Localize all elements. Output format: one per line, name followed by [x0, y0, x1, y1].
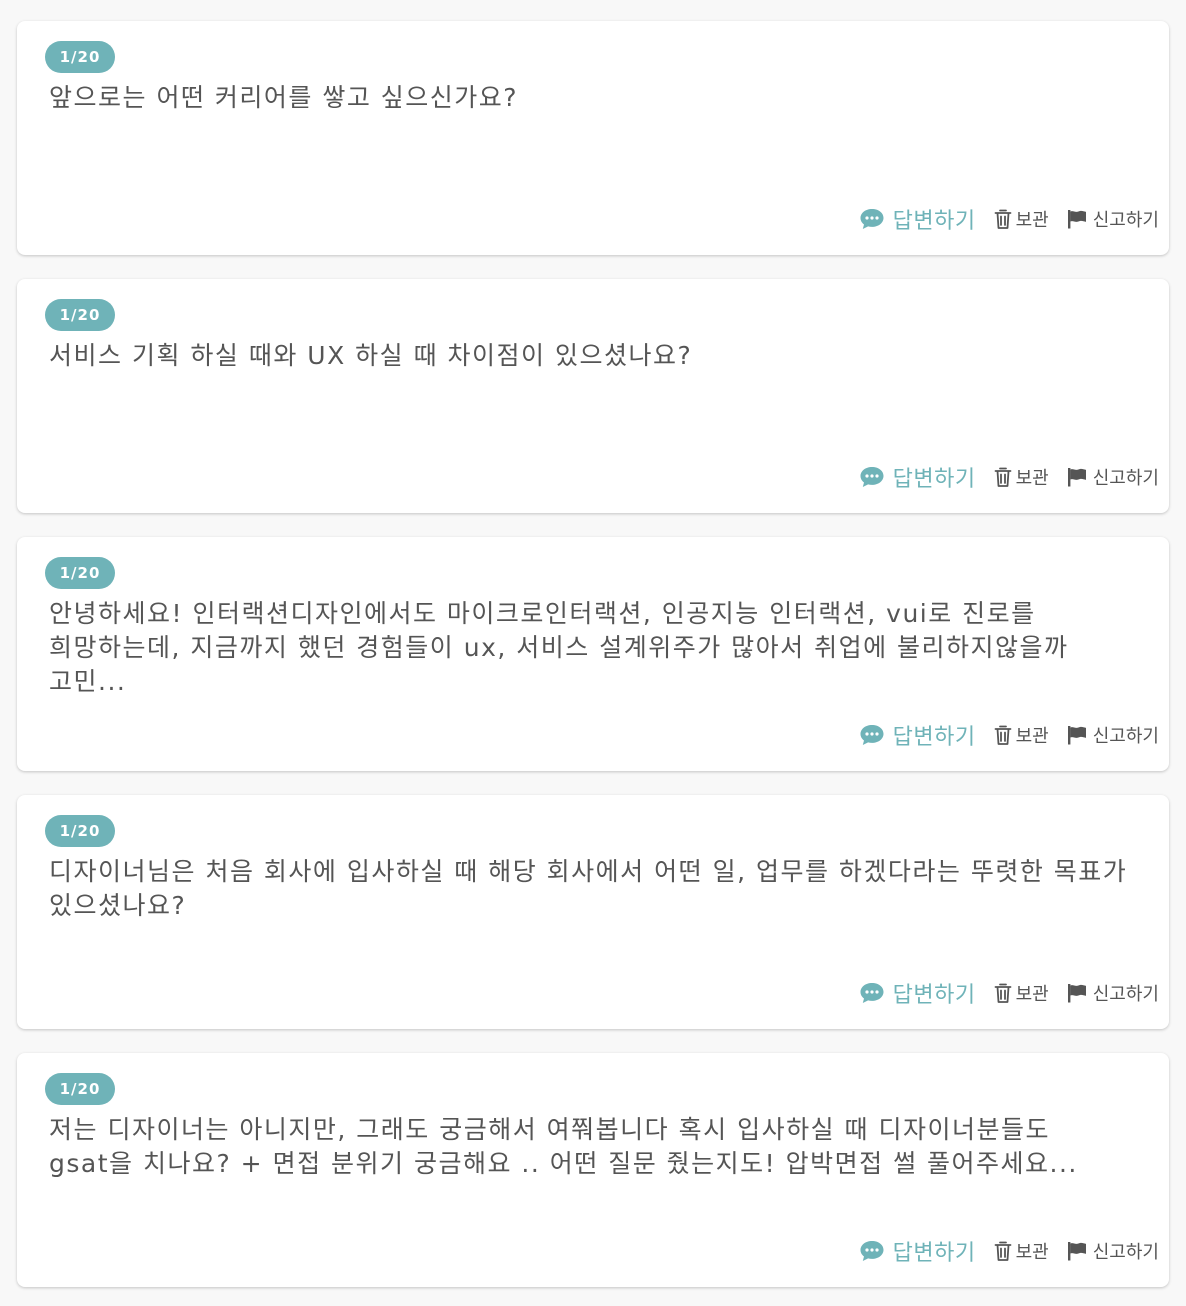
report-button[interactable]: 신고하기: [1067, 980, 1159, 1006]
report-label: 신고하기: [1092, 726, 1159, 747]
answer-label: 답변하기: [892, 725, 976, 750]
card-actions: 답변하기 보관 신고하기: [859, 203, 1159, 235]
answer-button[interactable]: 답변하기: [859, 203, 976, 235]
archive-button[interactable]: 보관: [994, 980, 1049, 1006]
question-badge: 1/20: [45, 1073, 115, 1105]
question-text: 저는 디자이너는 아니지만, 그래도 궁금해서 여쭤봅니다 혹시 입사하실 때 …: [49, 1115, 1078, 1178]
question-card: 1/20 서비스 기획 하실 때와 UX 하실 때 차이점이 있으셨나요? 답변…: [17, 279, 1169, 513]
trash-icon: [994, 208, 1012, 230]
question-badge: 1/20: [45, 299, 115, 331]
flag-icon: [1067, 467, 1087, 487]
report-button[interactable]: 신고하기: [1067, 206, 1159, 232]
flag-icon: [1067, 983, 1087, 1003]
archive-label: 보관: [1015, 984, 1049, 1005]
chat-bubble-icon: [859, 207, 885, 231]
flag-icon: [1067, 209, 1087, 229]
chat-bubble-icon: [859, 465, 885, 489]
report-button[interactable]: 신고하기: [1067, 722, 1159, 748]
report-label: 신고하기: [1092, 210, 1159, 231]
archive-label: 보관: [1015, 726, 1049, 747]
question-badge: 1/20: [45, 557, 115, 589]
question-list: 1/20 앞으로는 어떤 커리어를 쌓고 싶으신가요? 답변하기 보관 신고하기: [0, 0, 1186, 1306]
flag-icon: [1067, 725, 1087, 745]
report-label: 신고하기: [1092, 984, 1159, 1005]
report-label: 신고하기: [1092, 468, 1159, 489]
question-card: 1/20 디자이너님은 처음 회사에 입사하실 때 해당 회사에서 어떤 일, …: [17, 795, 1169, 1029]
report-button[interactable]: 신고하기: [1067, 1238, 1159, 1264]
archive-label: 보관: [1015, 468, 1049, 489]
question-text: 디자이너님은 처음 회사에 입사하실 때 해당 회사에서 어떤 일, 업무를 하…: [49, 857, 1128, 920]
chat-bubble-icon: [859, 1239, 885, 1263]
question-text: 서비스 기획 하실 때와 UX 하실 때 차이점이 있으셨나요?: [49, 341, 693, 370]
archive-button[interactable]: 보관: [994, 722, 1049, 748]
question-card: 1/20 안녕하세요! 인터랙션디자인에서도 마이크로인터랙션, 인공지능 인터…: [17, 537, 1169, 771]
question-card: 1/20 저는 디자이너는 아니지만, 그래도 궁금해서 여쭤봅니다 혹시 입사…: [17, 1053, 1169, 1287]
card-actions: 답변하기 보관 신고하기: [859, 977, 1159, 1009]
question-badge: 1/20: [45, 815, 115, 847]
report-label: 신고하기: [1092, 1242, 1159, 1263]
trash-icon: [994, 1240, 1012, 1262]
answer-label: 답변하기: [892, 983, 976, 1008]
question-text: 앞으로는 어떤 커리어를 쌓고 싶으신가요?: [49, 83, 519, 112]
answer-button[interactable]: 답변하기: [859, 1235, 976, 1267]
chat-bubble-icon: [859, 723, 885, 747]
card-actions: 답변하기 보관 신고하기: [859, 461, 1159, 493]
question-card: 1/20 앞으로는 어떤 커리어를 쌓고 싶으신가요? 답변하기 보관 신고하기: [17, 21, 1169, 255]
chat-bubble-icon: [859, 981, 885, 1005]
trash-icon: [994, 724, 1012, 746]
answer-button[interactable]: 답변하기: [859, 719, 976, 751]
archive-button[interactable]: 보관: [994, 464, 1049, 490]
answer-button[interactable]: 답변하기: [859, 977, 976, 1009]
report-button[interactable]: 신고하기: [1067, 464, 1159, 490]
trash-icon: [994, 982, 1012, 1004]
question-badge: 1/20: [45, 41, 115, 73]
answer-label: 답변하기: [892, 209, 976, 234]
trash-icon: [994, 466, 1012, 488]
answer-label: 답변하기: [892, 1241, 976, 1266]
card-actions: 답변하기 보관 신고하기: [859, 719, 1159, 751]
flag-icon: [1067, 1241, 1087, 1261]
card-actions: 답변하기 보관 신고하기: [859, 1235, 1159, 1267]
answer-button[interactable]: 답변하기: [859, 461, 976, 493]
archive-label: 보관: [1015, 1242, 1049, 1263]
archive-button[interactable]: 보관: [994, 1238, 1049, 1264]
answer-label: 답변하기: [892, 467, 976, 492]
archive-label: 보관: [1015, 210, 1049, 231]
archive-button[interactable]: 보관: [994, 206, 1049, 232]
question-text: 안녕하세요! 인터랙션디자인에서도 마이크로인터랙션, 인공지능 인터랙션, v…: [49, 599, 1069, 696]
